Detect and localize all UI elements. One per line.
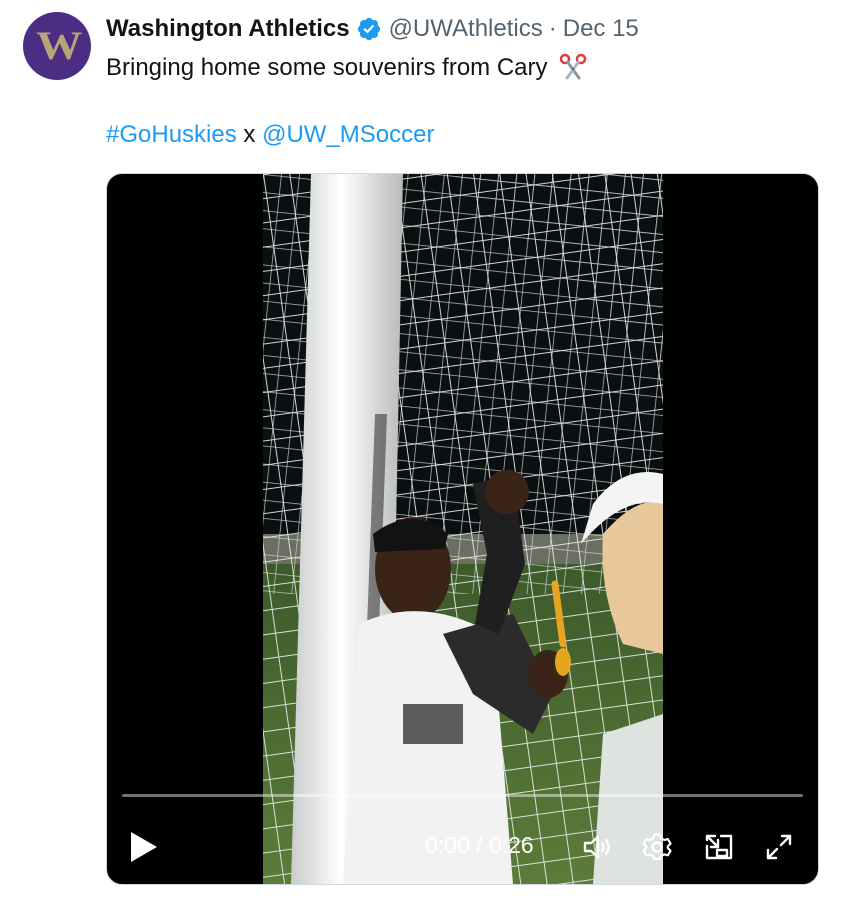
video-player[interactable]: 0:00 / 0:26 xyxy=(106,173,819,885)
scissors-emoji-icon xyxy=(558,51,588,81)
handle[interactable]: @UWAthletics xyxy=(389,15,543,43)
tweet-header: Washington Athletics @UWAthletics · Dec … xyxy=(106,13,639,45)
tweet-date[interactable]: Dec 15 xyxy=(563,15,639,43)
connector-text: x xyxy=(243,121,256,148)
settings-gear-icon[interactable] xyxy=(641,831,673,863)
avatar[interactable]: W xyxy=(23,12,91,80)
video-frame[interactable] xyxy=(263,174,663,884)
separator-dot: · xyxy=(548,15,557,42)
hashtag-link[interactable]: #GoHuskies xyxy=(106,121,237,148)
progress-bar[interactable] xyxy=(122,794,803,797)
tweet-text: Bringing home some souvenirs from Cary xyxy=(106,51,588,84)
fullscreen-icon[interactable] xyxy=(763,831,795,863)
verified-badge-icon[interactable] xyxy=(356,16,382,42)
picture-in-picture-icon[interactable] xyxy=(703,831,735,863)
display-name[interactable]: Washington Athletics xyxy=(106,15,350,43)
tweet-text-body: Bringing home some souvenirs from Cary xyxy=(106,54,548,81)
video-time: 0:00 / 0:26 xyxy=(425,832,534,858)
play-icon[interactable] xyxy=(129,830,159,864)
avatar-logo: W xyxy=(35,23,82,68)
mention-link[interactable]: @UW_MSoccer xyxy=(262,121,434,148)
tweet-tags: #GoHuskies x @UW_MSoccer xyxy=(106,119,434,151)
volume-icon[interactable] xyxy=(581,831,613,863)
